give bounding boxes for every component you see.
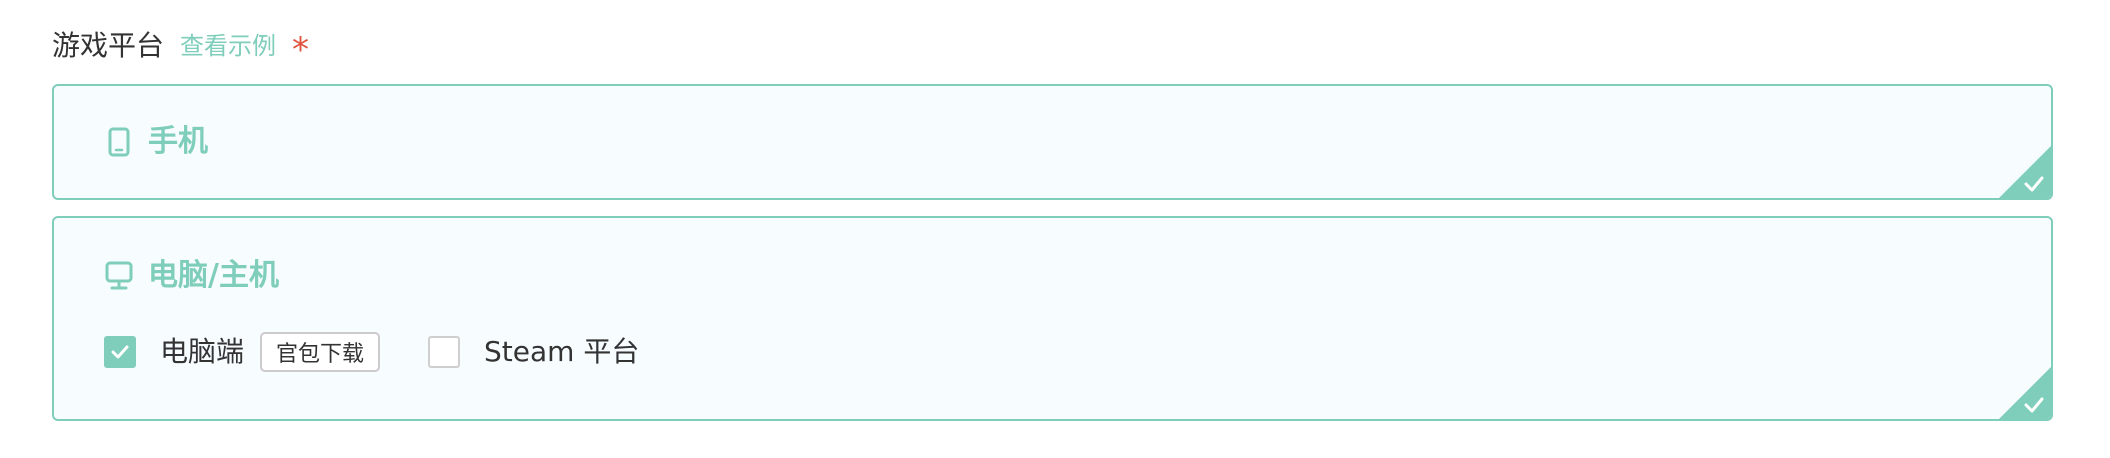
platform-card-mobile-header: 手机 (104, 122, 208, 162)
platform-card-mobile[interactable]: 手机 (52, 84, 2053, 200)
steam-checkbox[interactable] (428, 336, 461, 368)
steam-option: Steam 平台 (428, 332, 639, 372)
field-label-row: 游戏平台 查看示例 * (52, 26, 309, 70)
official-download-button[interactable]: 官包下载 (260, 332, 381, 372)
required-mark: * (292, 30, 310, 70)
pc-client-checkbox[interactable] (104, 336, 136, 368)
mobile-phone-icon (104, 125, 134, 159)
check-icon (111, 345, 129, 359)
steam-label[interactable]: Steam 平台 (484, 332, 639, 372)
selected-check-icon (1999, 146, 2051, 198)
platform-card-pc[interactable]: 电脑/主机 电脑端 官包下载 Steam 平台 (52, 216, 2053, 421)
platform-card-pc-header: 电脑/主机 (104, 256, 279, 296)
pc-client-label[interactable]: 电脑端 (160, 332, 244, 372)
view-example-link[interactable]: 查看示例 (180, 26, 276, 66)
field-label: 游戏平台 (52, 29, 165, 62)
pc-options-row: 电脑端 官包下载 Steam 平台 (104, 330, 639, 374)
selected-check-icon (1999, 367, 2051, 419)
desktop-monitor-icon (104, 259, 134, 293)
platform-title-mobile: 手机 (148, 124, 208, 159)
platform-title-pc: 电脑/主机 (148, 258, 279, 293)
